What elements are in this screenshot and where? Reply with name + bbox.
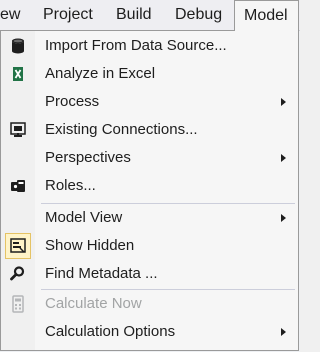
menu-item-perspectives[interactable]: Perspectives bbox=[1, 144, 298, 172]
menu-project[interactable]: Project bbox=[43, 0, 93, 30]
menu-item-label: Model View bbox=[45, 209, 123, 226]
menu-item-find-metadata[interactable]: Find Metadata ... bbox=[1, 260, 298, 288]
menu-item-label: Existing Connections... bbox=[45, 121, 198, 138]
connections-icon bbox=[8, 121, 28, 139]
menu-item-label: Process bbox=[45, 93, 100, 110]
submenu-arrow-icon bbox=[281, 214, 286, 222]
menu-item-label: Show Hidden bbox=[45, 237, 135, 254]
menu-item-label: Calculation Options bbox=[45, 323, 176, 340]
excel-icon bbox=[8, 65, 28, 83]
menu-item-calculate-now[interactable]: Calculate Now bbox=[1, 290, 298, 318]
menu-model[interactable]: Model bbox=[234, 0, 299, 31]
menu-view[interactable]: ew bbox=[0, 0, 20, 30]
find-icon bbox=[8, 265, 28, 283]
menu-item-process[interactable]: Process bbox=[1, 88, 298, 116]
menu-build[interactable]: Build bbox=[116, 0, 152, 30]
submenu-arrow-icon bbox=[281, 98, 286, 106]
menu-item-import-from-data-source[interactable]: Import From Data Source... bbox=[1, 32, 298, 60]
menu-item-label: Find Metadata ... bbox=[45, 265, 158, 282]
menu-item-label: Roles... bbox=[45, 177, 96, 194]
calculator-icon bbox=[8, 295, 28, 313]
menu-debug[interactable]: Debug bbox=[175, 0, 222, 30]
menu-item-roles[interactable]: Roles... bbox=[1, 172, 298, 200]
menu-item-show-hidden[interactable]: Show Hidden bbox=[1, 232, 298, 260]
menu-item-calculation-options[interactable]: Calculation Options bbox=[1, 318, 298, 346]
menu-bar: ew Project Build Debug Model bbox=[0, 0, 300, 31]
database-icon bbox=[8, 37, 28, 55]
show-hidden-icon bbox=[8, 237, 28, 255]
menu-item-model-view[interactable]: Model View bbox=[1, 204, 298, 232]
screenshot: ew Project Build Debug Model Import From… bbox=[0, 0, 300, 352]
submenu-arrow-icon bbox=[281, 328, 286, 336]
menu-item-analyze-in-excel[interactable]: Analyze in Excel bbox=[1, 60, 298, 88]
menu-item-label: Import From Data Source... bbox=[45, 37, 227, 54]
menu-item-label: Calculate Now bbox=[45, 295, 142, 312]
roles-icon bbox=[8, 177, 28, 195]
menu-item-label: Analyze in Excel bbox=[45, 65, 156, 82]
menu-item-existing-connections[interactable]: Existing Connections... bbox=[1, 116, 298, 144]
model-menu-dropdown: Import From Data Source... Analyze in Ex… bbox=[0, 30, 299, 351]
submenu-arrow-icon bbox=[281, 154, 286, 162]
menu-item-label: Perspectives bbox=[45, 149, 131, 166]
